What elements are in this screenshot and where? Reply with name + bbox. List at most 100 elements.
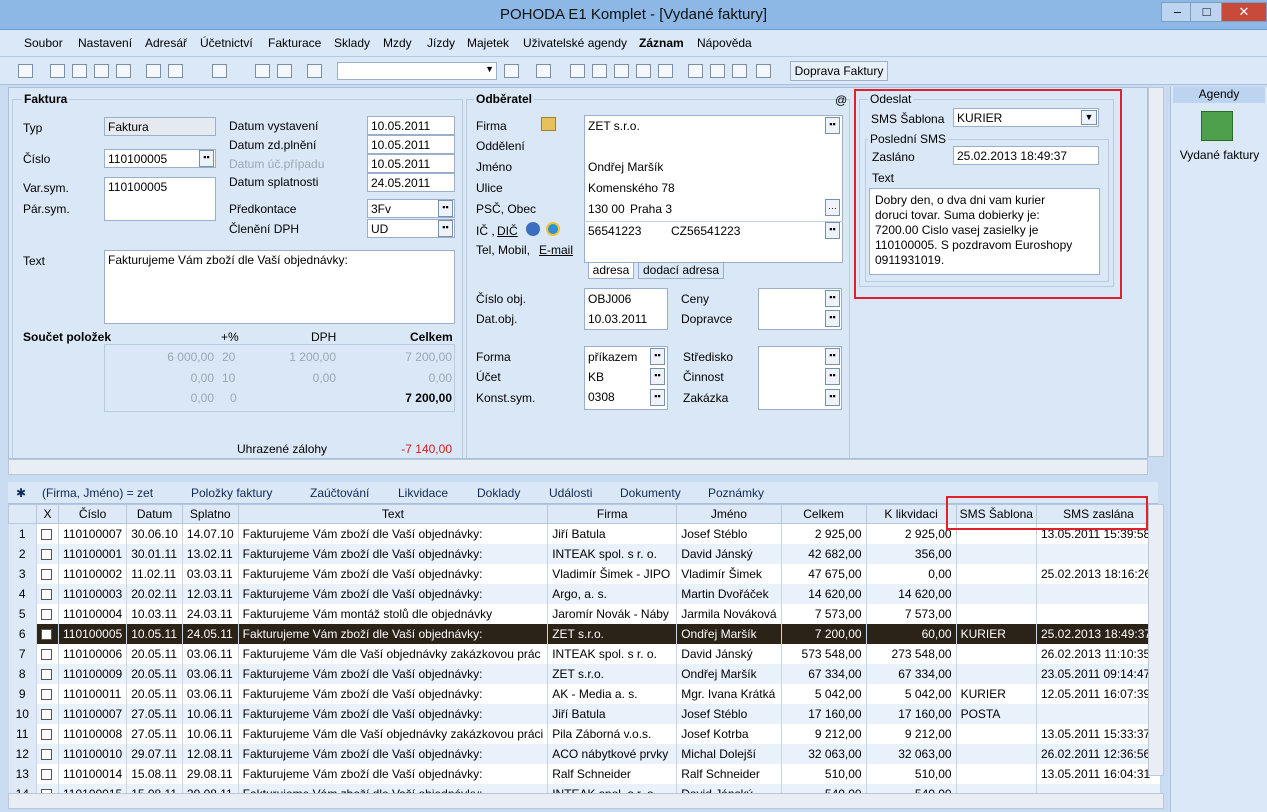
internet-explorer-icon[interactable] bbox=[546, 222, 560, 236]
grid-scrollbar[interactable] bbox=[1148, 504, 1164, 776]
tab-doklady[interactable]: Doklady bbox=[477, 486, 520, 500]
toolbar-icon[interactable] bbox=[636, 64, 651, 78]
row-checkbox[interactable] bbox=[36, 723, 59, 744]
predkontace-picker-button[interactable]: ▪▪ bbox=[438, 200, 453, 217]
col-text[interactable]: Text bbox=[237, 504, 549, 524]
toolbar-icon[interactable] bbox=[688, 64, 703, 78]
typ-select[interactable]: Faktura bbox=[104, 117, 216, 136]
doprava-faktury-button[interactable]: Doprava Faktury bbox=[790, 61, 888, 81]
table-row[interactable]: 11 110100008 27.05.11 10.06.11 Fakturujeme V… bbox=[8, 723, 1161, 744]
toolbar-icon[interactable] bbox=[756, 64, 771, 78]
tab-likvidace[interactable]: Likvidace bbox=[398, 486, 448, 500]
menu-napoveda[interactable]: Nápověda bbox=[697, 36, 752, 50]
col-x[interactable]: X bbox=[36, 504, 59, 524]
menu-uzivatelske-agendy[interactable]: Uživatelské agendy bbox=[523, 36, 627, 50]
col-k-likvidaci[interactable]: K likvidaci bbox=[865, 504, 957, 524]
toolbar-icon[interactable] bbox=[592, 64, 607, 78]
toolbar-icon[interactable] bbox=[710, 64, 725, 78]
checkbox[interactable] bbox=[41, 668, 52, 680]
jmeno-field[interactable]: Ondřej Maršík bbox=[588, 160, 663, 174]
toolbar-icon[interactable] bbox=[50, 64, 65, 78]
row-checkbox[interactable] bbox=[36, 603, 59, 624]
menu-fakturace[interactable]: Fakturace bbox=[268, 36, 321, 50]
row-checkbox[interactable] bbox=[36, 523, 59, 544]
menu-zaznam[interactable]: Záznam bbox=[639, 36, 684, 50]
menu-ucetnictvi[interactable]: Účetnictví bbox=[200, 36, 253, 50]
agenda-item-vydane-faktury[interactable]: Vydané faktury bbox=[1171, 148, 1267, 162]
copy-icon[interactable] bbox=[307, 64, 322, 78]
stredisko-picker-button[interactable]: ▪▪ bbox=[825, 348, 840, 365]
table-row[interactable]: 7 110100006 20.05.11 03.06.11 Fakturujeme Vá… bbox=[8, 643, 1161, 664]
col-cislo[interactable]: Číslo bbox=[57, 504, 128, 524]
dopravce-picker-button[interactable]: ▪▪ bbox=[825, 310, 840, 327]
row-checkbox[interactable] bbox=[36, 583, 59, 604]
row-checkbox[interactable] bbox=[36, 643, 59, 664]
checkbox[interactable] bbox=[41, 608, 52, 620]
tab-filter[interactable]: (Firma, Jméno) = zet bbox=[42, 486, 153, 500]
tab-dokumenty[interactable]: Dokumenty bbox=[620, 486, 681, 500]
tab-poznamky[interactable]: Poznámky bbox=[708, 486, 764, 500]
email-link[interactable]: E-mail bbox=[539, 243, 573, 257]
save-icon[interactable] bbox=[255, 64, 270, 78]
info-icon[interactable] bbox=[526, 222, 540, 236]
text-area[interactable]: Fakturujeme Vám zboží dle Vaší objednávk… bbox=[104, 250, 455, 324]
datum-vystaveni-field[interactable]: 10.05.2011 bbox=[367, 116, 455, 135]
row-checkbox[interactable] bbox=[36, 543, 59, 564]
tab-dodaci-adresa[interactable]: dodací adresa bbox=[638, 263, 724, 279]
menu-majetek[interactable]: Majetek bbox=[467, 36, 509, 50]
checkbox[interactable] bbox=[41, 648, 52, 660]
form-hscrollbar[interactable] bbox=[8, 459, 1148, 475]
table-row[interactable]: 2 110100001 30.01.11 13.02.11 Fakturujeme Vá… bbox=[8, 543, 1161, 564]
grid-hscrollbar[interactable] bbox=[8, 793, 1164, 809]
datum-zdplneni-field[interactable]: 10.05.2011 bbox=[367, 135, 455, 154]
row-checkbox[interactable] bbox=[36, 763, 59, 784]
ulice-field[interactable]: Komenského 78 bbox=[588, 181, 675, 195]
dic-link[interactable]: DIČ bbox=[497, 224, 518, 238]
table-row[interactable]: 9 110100011 20.05.11 03.06.11 Fakturujeme Vá… bbox=[8, 683, 1161, 704]
filter-combo[interactable]: ▼ bbox=[337, 62, 497, 80]
forma-picker-button[interactable]: ▪▪ bbox=[650, 348, 665, 365]
row-checkbox[interactable] bbox=[36, 743, 59, 764]
checkbox[interactable] bbox=[41, 748, 52, 760]
toolbar-icon[interactable] bbox=[570, 64, 585, 78]
checkbox[interactable] bbox=[41, 728, 52, 740]
col-firma[interactable]: Firma bbox=[547, 504, 678, 524]
row-checkbox[interactable] bbox=[36, 703, 59, 724]
calculator-icon[interactable] bbox=[614, 64, 629, 78]
datum-splatnosti-field[interactable]: 24.05.2011 bbox=[367, 173, 455, 192]
table-row[interactable]: 10 110100007 27.05.11 10.06.11 Fakturujeme V… bbox=[8, 703, 1161, 724]
checkbox[interactable] bbox=[41, 588, 52, 600]
firma-field[interactable]: ZET s.r.o. bbox=[588, 119, 640, 133]
menu-soubor[interactable]: Soubor bbox=[24, 36, 63, 50]
checkbox[interactable] bbox=[41, 768, 52, 780]
email-at-icon[interactable]: @ bbox=[835, 93, 847, 107]
tab-plus[interactable]: ✱ bbox=[16, 486, 26, 500]
zakazka-picker-button[interactable]: ▪▪ bbox=[825, 389, 840, 406]
col-celkem[interactable]: Celkem bbox=[780, 504, 867, 524]
cinnost-picker-button[interactable]: ▪▪ bbox=[825, 368, 840, 385]
checkbox[interactable] bbox=[41, 548, 52, 560]
obec-picker-button[interactable]: … bbox=[825, 199, 840, 216]
table-row[interactable]: 8 110100009 20.05.11 03.06.11 Fakturujeme Vá… bbox=[8, 663, 1161, 684]
checkbox[interactable] bbox=[41, 628, 52, 640]
edit-icon[interactable] bbox=[168, 64, 183, 78]
tab-adresa[interactable]: adresa bbox=[588, 263, 634, 279]
menu-adresar[interactable]: Adresář bbox=[145, 36, 187, 50]
toolbar-icon[interactable] bbox=[116, 64, 131, 78]
invoice-icon[interactable] bbox=[1201, 111, 1233, 141]
col-jmeno[interactable]: Jméno bbox=[676, 504, 782, 524]
cleneni-picker-button[interactable]: ▪▪ bbox=[438, 220, 453, 237]
maximize-button[interactable]: □ bbox=[1190, 2, 1223, 22]
checkbox[interactable] bbox=[41, 688, 52, 700]
menu-nastaveni[interactable]: Nastavení bbox=[78, 36, 132, 50]
cislo-obj-field[interactable]: OBJ006 10.03.2011 bbox=[584, 288, 668, 330]
psc-field[interactable]: 130 00 bbox=[588, 202, 625, 216]
obec-field[interactable]: Praha 3 bbox=[630, 202, 672, 216]
konst-picker-button[interactable]: ▪▪ bbox=[650, 389, 665, 406]
filter-icon[interactable] bbox=[504, 64, 519, 78]
folder-icon[interactable] bbox=[536, 64, 551, 78]
tab-udalosti[interactable]: Události bbox=[549, 486, 592, 500]
checkbox[interactable] bbox=[41, 708, 52, 720]
toolbar-icon[interactable] bbox=[732, 64, 747, 78]
table-row[interactable]: 3 110100002 11.02.11 03.03.11 Fakturujeme Vá… bbox=[8, 563, 1161, 584]
